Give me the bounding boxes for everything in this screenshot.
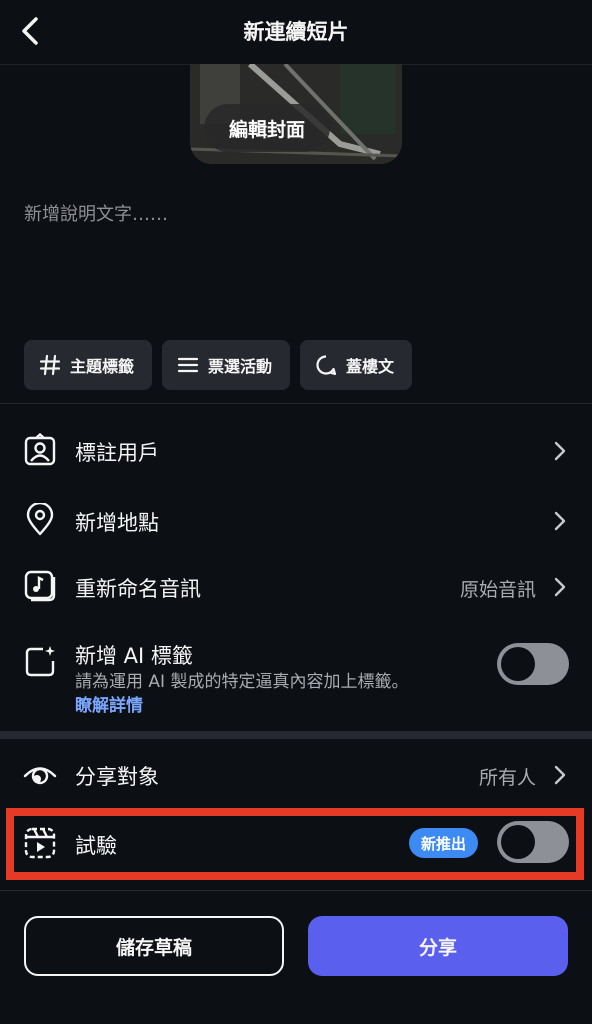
ai-sparkle-icon — [22, 644, 58, 680]
ai-label-row: 新增 AI 標籤 請為運用 AI 製成的特定逼真內容加上標籤。 瞭解詳情 — [0, 630, 592, 720]
ai-label-toggle[interactable] — [497, 643, 569, 685]
chip-label: 蓋樓文 — [346, 357, 395, 376]
poll-icon — [176, 353, 200, 377]
location-pin-icon — [22, 502, 58, 538]
highlight-box — [6, 808, 584, 880]
share-button[interactable]: 分享 — [308, 916, 568, 976]
row-label: 新增 AI 標籤 — [75, 644, 193, 668]
thread-chip[interactable]: 蓋樓文 — [300, 340, 413, 390]
row-value: 所有人 — [478, 767, 536, 789]
audience-row[interactable]: 分享對象 所有人 — [0, 744, 592, 806]
toggle-knob — [501, 647, 535, 681]
ai-label-description: 請為運用 AI 製成的特定逼真內容加上標籤。 — [75, 672, 409, 692]
row-label: 標註用戶 — [75, 441, 159, 465]
top-bar: 新連續短片 — [0, 0, 592, 65]
speech-bubble-icon — [314, 353, 338, 377]
tag-person-icon — [22, 432, 58, 468]
learn-more-link[interactable]: 瞭解詳情 — [75, 691, 143, 716]
cover-thumbnail[interactable]: 編輯封面 — [190, 64, 402, 164]
chip-label: 主題標籤 — [70, 357, 135, 376]
row-value: 原始音訊 — [459, 579, 536, 601]
chip-label: 票選活動 — [208, 357, 273, 376]
caption-field[interactable]: 新增說明文字…… — [24, 200, 564, 320]
save-draft-button[interactable]: 儲存草稿 — [24, 916, 284, 976]
rename-audio-row[interactable]: 重新命名音訊 原始音訊 — [0, 556, 592, 618]
edit-cover-button[interactable]: 編輯封面 — [204, 104, 330, 152]
hashtag-chip[interactable]: 主題標籤 — [24, 340, 153, 390]
divider — [0, 890, 592, 891]
music-note-icon — [22, 568, 58, 604]
section-divider — [0, 731, 592, 739]
add-location-row[interactable]: 新增地點 — [0, 490, 592, 552]
audience-eye-icon — [22, 756, 58, 792]
chevron-right-icon — [550, 509, 570, 533]
chevron-right-icon — [550, 575, 570, 599]
poll-chip[interactable]: 票選活動 — [162, 340, 291, 390]
row-label: 分享對象 — [75, 765, 159, 789]
caption-tools: 主題標籤 票選活動 蓋樓文 — [24, 340, 413, 390]
tag-people-row[interactable]: 標註用戶 — [0, 420, 592, 482]
chevron-right-icon — [550, 439, 570, 463]
row-label: 重新命名音訊 — [75, 577, 201, 601]
row-label: 新增地點 — [75, 511, 159, 535]
page-title: 新連續短片 — [243, 20, 349, 44]
hashtag-icon — [38, 353, 62, 377]
chevron-right-icon — [550, 763, 570, 787]
divider — [0, 403, 592, 404]
